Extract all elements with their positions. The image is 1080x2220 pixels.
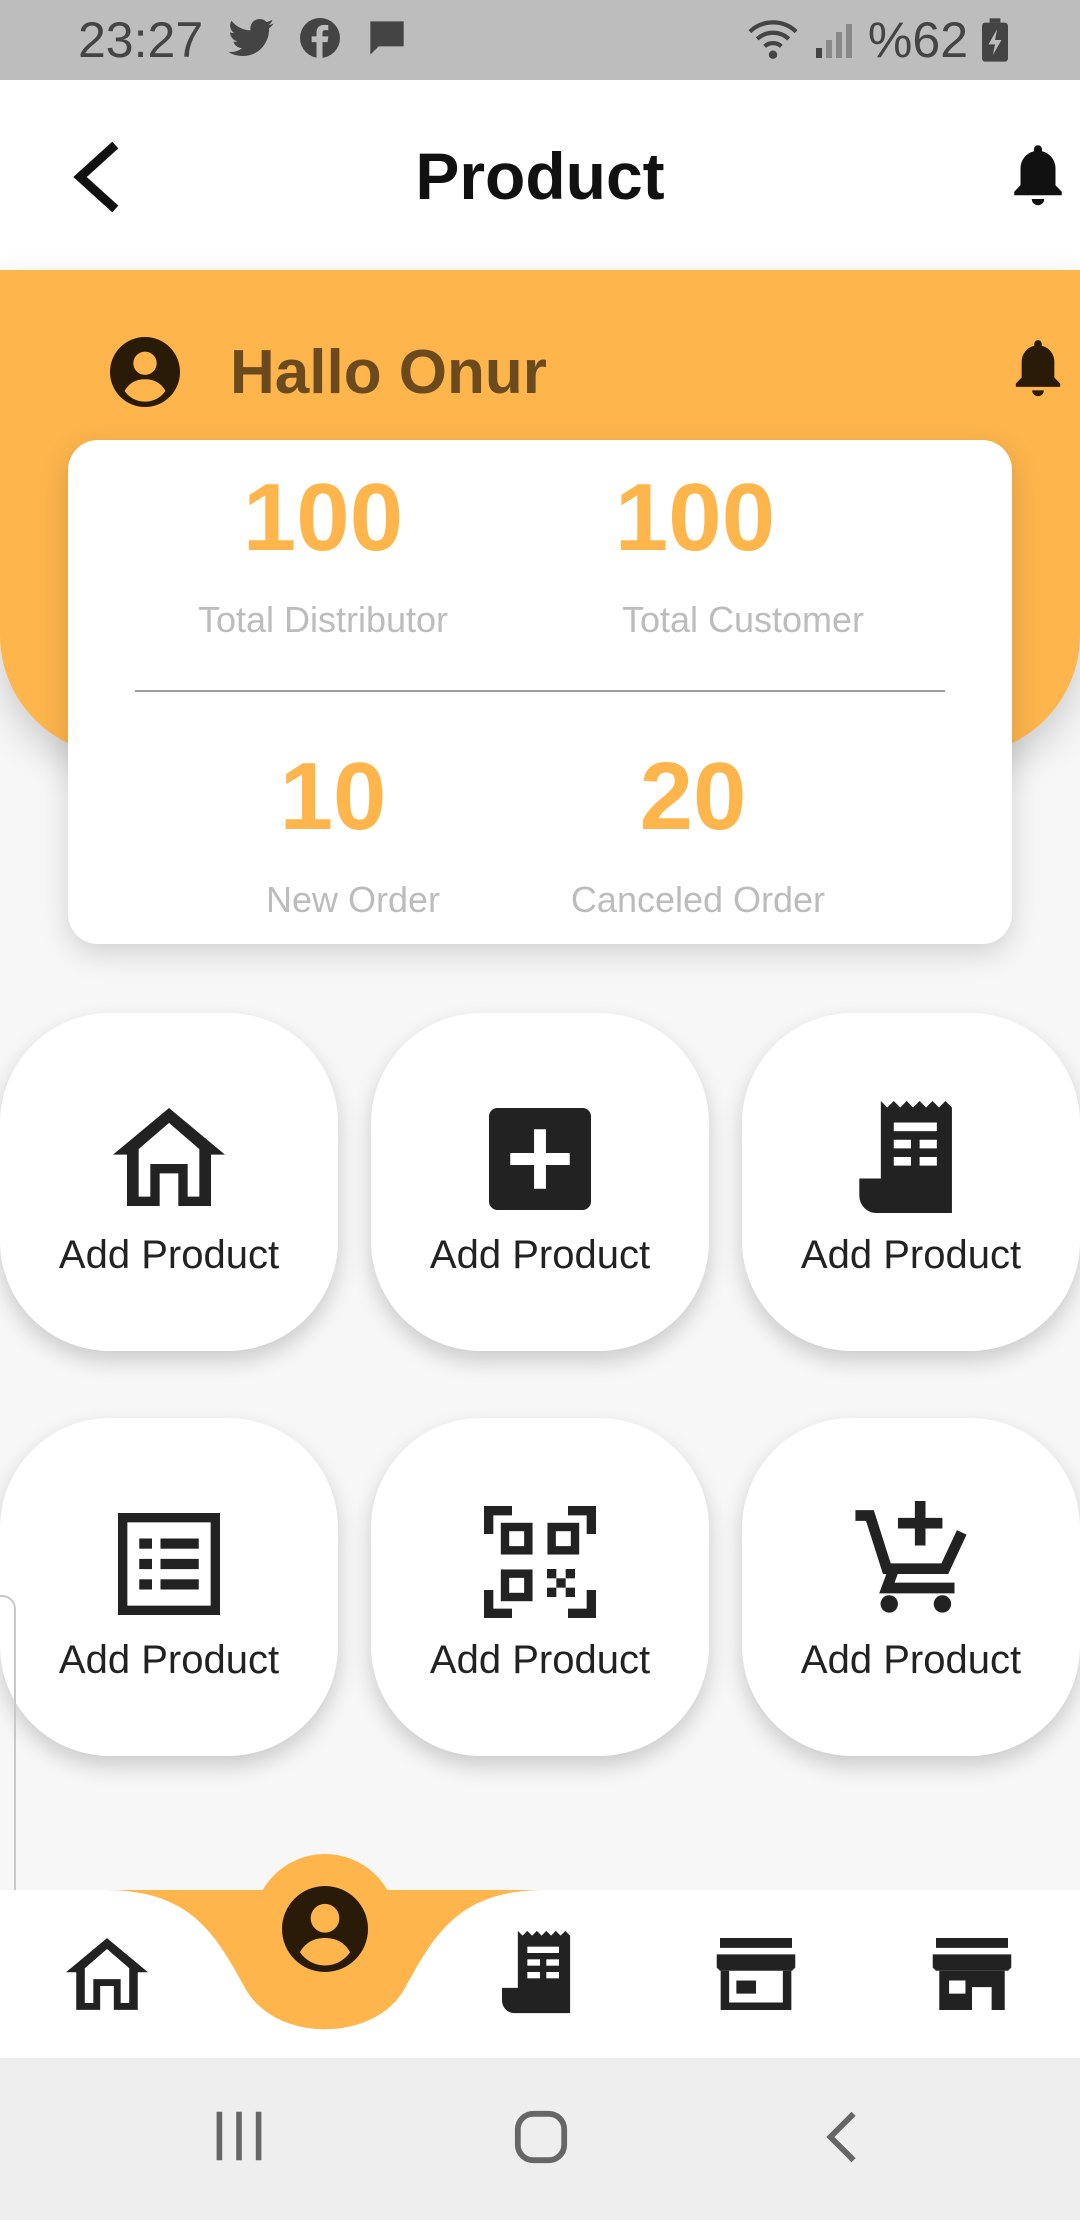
nav-receipt[interactable] xyxy=(502,1930,578,2014)
recent-apps-icon xyxy=(210,2108,268,2164)
tile-label: Add Product xyxy=(429,1638,651,1682)
qr-code-icon xyxy=(484,1506,596,1618)
total-distributor-label: Total Distributor xyxy=(197,599,449,640)
tile-label: Add Product xyxy=(58,1638,280,1682)
tile-label: Add Product xyxy=(58,1233,280,1277)
battery-percentage: %62 xyxy=(867,12,968,68)
total-distributor-value: 100 xyxy=(242,464,404,571)
status-bar: 23:27 %62 xyxy=(0,0,1080,80)
new-order-label: New Order xyxy=(265,879,441,920)
stats-divider xyxy=(135,690,945,692)
signal-icon xyxy=(814,20,854,60)
add-box-icon xyxy=(489,1108,591,1210)
add-product-tile-cart[interactable]: Add Product xyxy=(742,1418,1080,1756)
notification-button[interactable] xyxy=(1008,140,1068,208)
nav-profile[interactable] xyxy=(282,1886,368,1972)
nav-store[interactable] xyxy=(932,1938,1012,2010)
facebook-icon xyxy=(300,18,340,58)
canceled-order-value: 20 xyxy=(639,743,747,850)
tile-label: Add Product xyxy=(800,1233,1022,1277)
store-icon xyxy=(932,1938,1012,2010)
home-circle-icon xyxy=(512,2108,570,2166)
receipt-icon xyxy=(859,1101,963,1213)
receipt-icon xyxy=(502,1930,578,2014)
nav-store-outline[interactable] xyxy=(716,1938,796,2010)
wifi-icon xyxy=(746,19,800,61)
bell-icon xyxy=(1008,140,1068,208)
stats-card: 100 Total Distributor 100 Total Customer… xyxy=(68,440,1012,944)
canceled-order-label: Canceled Order xyxy=(570,879,826,920)
add-product-tile-home[interactable]: Add Product xyxy=(0,1013,338,1351)
list-icon xyxy=(118,1513,220,1615)
new-order-value: 10 xyxy=(279,743,387,850)
tile-label: Add Product xyxy=(429,1233,651,1277)
add-product-tile-add[interactable]: Add Product xyxy=(371,1013,709,1351)
battery-charging-icon xyxy=(982,18,1008,62)
home-icon xyxy=(113,1108,225,1206)
home-icon xyxy=(66,1938,148,2010)
header-bell-icon[interactable] xyxy=(1010,335,1066,399)
back-chevron-icon xyxy=(822,2108,862,2166)
app-bar: Product xyxy=(0,80,1080,270)
message-icon xyxy=(366,18,408,58)
status-time: 23:27 xyxy=(78,12,204,68)
add-cart-icon xyxy=(853,1500,969,1618)
recent-apps-button[interactable] xyxy=(210,2108,268,2164)
total-customer-value: 100 xyxy=(614,464,776,571)
system-navigation-bar xyxy=(0,2058,1080,2220)
account-circle-icon[interactable] xyxy=(110,337,180,407)
greeting-text: Hallo Onur xyxy=(230,338,547,407)
nav-home[interactable] xyxy=(66,1938,148,2010)
store-outline-icon xyxy=(716,1938,796,2010)
tile-label: Add Product xyxy=(800,1638,1022,1682)
add-product-tile-qr[interactable]: Add Product xyxy=(371,1418,709,1756)
home-button[interactable] xyxy=(512,2108,570,2166)
system-back-button[interactable] xyxy=(822,2108,862,2166)
account-circle-icon xyxy=(282,1886,368,1972)
page-title: Product xyxy=(415,139,665,213)
add-product-tile-receipt[interactable]: Add Product xyxy=(742,1013,1080,1351)
total-customer-label: Total Customer xyxy=(621,599,865,640)
twitter-icon xyxy=(228,19,274,57)
add-product-tile-list[interactable]: Add Product xyxy=(0,1418,338,1756)
